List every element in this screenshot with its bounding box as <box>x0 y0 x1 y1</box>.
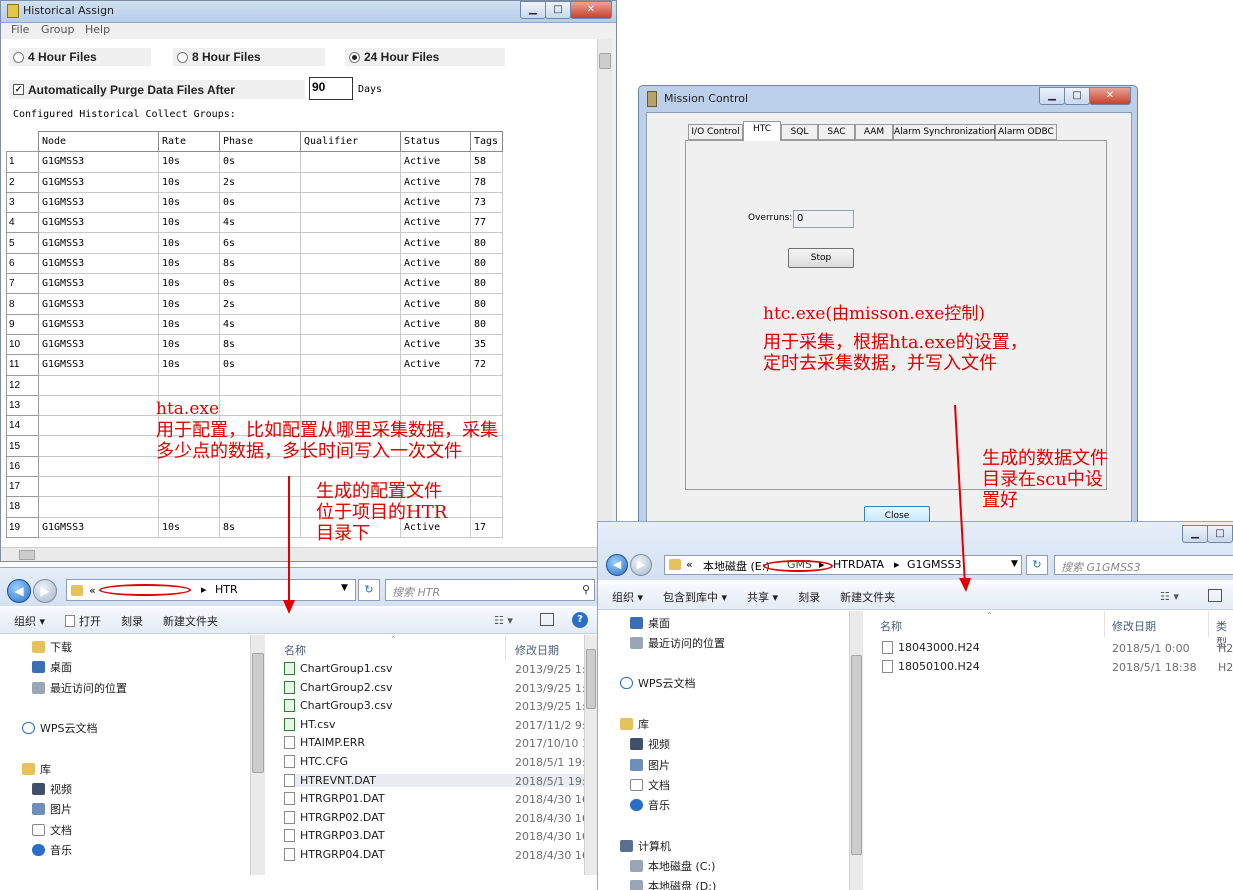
data-arrow <box>954 404 966 586</box>
annotation-arrows <box>283 404 971 614</box>
data-arrow-head <box>959 578 971 592</box>
config-arrow-head <box>283 600 295 614</box>
